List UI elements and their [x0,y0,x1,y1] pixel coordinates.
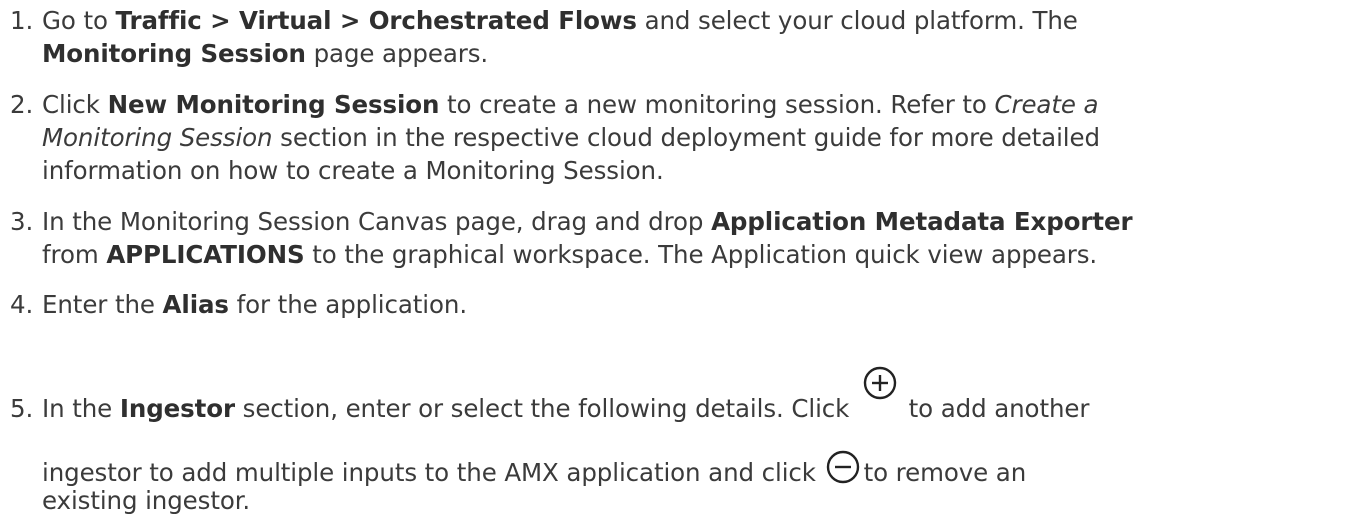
step-text: Go to Traffic > Virtual > Orchestrated F… [42,4,1350,70]
step-line: In the Ingestor section, enter or select… [42,366,1090,425]
step-text: Click New Monitoring Session to create a… [42,88,1350,187]
step-number: 2. [10,90,34,119]
menu-path: Traffic > Virtual > Orchestrated Flows [115,6,637,35]
step-text: Enter the Alias for the application. [42,288,1350,321]
step-number: 1. [10,6,34,35]
text: from [42,240,107,269]
text: section, enter or select the following d… [234,394,857,423]
step-line: existing ingestor. [42,484,250,517]
text: Click [42,90,108,119]
text: existing ingestor. [42,486,251,515]
text: Go to [42,6,116,35]
reference-title: Monitoring Session [42,123,273,152]
step-number: 3. [10,207,34,236]
text: to remove an [863,458,1027,487]
section-name: Ingestor [119,394,235,423]
step-number: 5. [10,394,34,423]
step-text: In the Monitoring Session Canvas page, d… [42,205,1350,271]
text: for the application. [228,290,468,319]
button-name: New Monitoring Session [107,90,440,119]
text: In the Monitoring Session Canvas page, d… [42,207,712,236]
text: to the graphical workspace. The Applicat… [304,240,1098,269]
page-name: Monitoring Session [42,39,306,68]
category-name: APPLICATIONS [106,240,305,269]
text: information on how to create a Monitorin… [42,156,664,185]
text: section in the respective cloud deployme… [272,123,1100,152]
reference-title: Create a [994,90,1099,119]
text: In the [42,394,120,423]
text: Enter the [42,290,163,319]
step-number: 4. [10,290,34,319]
field-name: Alias [162,290,229,319]
text: to add another [900,394,1090,423]
application-name: Application Metadata Exporter [711,207,1133,236]
text: ingestor to add multiple inputs to the A… [42,458,824,487]
text: to create a new monitoring session. Refe… [439,90,995,119]
text: page appears. [305,39,489,68]
text: and select your cloud platform. The [636,6,1078,35]
